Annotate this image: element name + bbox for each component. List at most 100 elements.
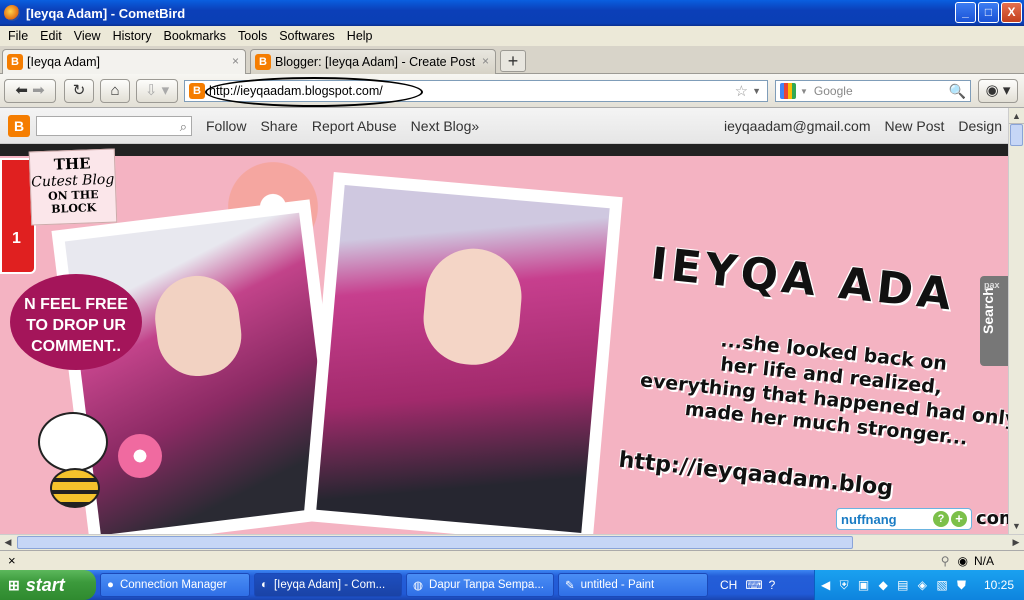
- close-button[interactable]: X: [1001, 2, 1022, 23]
- reload-icon: ↻: [72, 82, 86, 99]
- cometbird-icon: [4, 5, 20, 21]
- search-side-tab[interactable]: pax Search: [980, 276, 1008, 366]
- task-chrome[interactable]: ◍ Dapur Tanpa Sempa...: [406, 573, 554, 597]
- home-button[interactable]: ⌂: [100, 79, 130, 103]
- status-na: N/A: [973, 553, 994, 568]
- tab-close-icon[interactable]: ×: [232, 54, 239, 68]
- task-connection-manager[interactable]: ● Connection Manager: [100, 573, 250, 597]
- start-button[interactable]: ⊞ start: [0, 570, 96, 600]
- user-email[interactable]: ieyqaadam@gmail.com: [724, 118, 871, 134]
- bookmark-star-icon[interactable]: ☆: [735, 82, 748, 100]
- task-paint[interactable]: ✎ untitled - Paint: [558, 573, 708, 597]
- chrome-icon: ◍: [413, 580, 424, 592]
- vertical-scroll-thumb[interactable]: [1010, 124, 1023, 146]
- connection-icon: ●: [107, 579, 114, 591]
- add-icon[interactable]: +: [951, 511, 967, 527]
- comment-bubble[interactable]: N FEEL FREE TO DROP UR COMMENT..: [10, 274, 142, 370]
- help-icon[interactable]: ?: [933, 511, 949, 527]
- menu-bookmarks[interactable]: Bookmarks: [157, 29, 232, 43]
- scroll-up-icon[interactable]: ▲: [1009, 108, 1024, 124]
- engine-dropdown-icon[interactable]: ▼: [800, 87, 808, 96]
- keyboard-icon[interactable]: ⌨: [745, 578, 762, 592]
- follow-link[interactable]: Follow: [206, 118, 246, 134]
- search-placeholder[interactable]: Google: [814, 84, 853, 98]
- photo-frame-center: [303, 172, 623, 534]
- tab-bar: B [Ieyqa Adam] × B Blogger: [Ieyqa Adam]…: [0, 46, 1024, 74]
- horizontal-scrollbar[interactable]: ◀ ▶: [0, 534, 1024, 550]
- new-post-link[interactable]: New Post: [884, 118, 944, 134]
- navigation-toolbar: ⬅ ➡ ↻ ⌂ ⇩ ▾ B http://ieyqaadam.blogspot.…: [0, 74, 1024, 108]
- download-icon: ⇩ ▾: [144, 82, 170, 99]
- report-abuse-link[interactable]: Report Abuse: [312, 118, 397, 134]
- maximize-button[interactable]: □: [978, 2, 999, 23]
- badge-line-3: ON THE BLOCK: [47, 188, 99, 216]
- tab-blogger-create-post[interactable]: B Blogger: [Ieyqa Adam] - Create Post ×: [250, 49, 496, 74]
- blogger-logo[interactable]: B: [8, 114, 30, 137]
- scroll-left-icon[interactable]: ◀: [0, 535, 16, 550]
- nuffnang-label: nuffnang: [841, 511, 897, 527]
- browser-window: [Ieyqa Adam] - CometBird _ □ X File Edit…: [0, 0, 1024, 600]
- reload-button[interactable]: ↻: [64, 79, 94, 103]
- back-icon[interactable]: ⬅: [15, 82, 28, 99]
- task-label: Dapur Tanpa Sempa...: [429, 579, 544, 591]
- cometbird-task-icon: ◐: [261, 579, 268, 591]
- url-highlight-circle: [205, 77, 423, 107]
- window-title: [Ieyqa Adam] - CometBird: [26, 5, 186, 21]
- new-tab-button[interactable]: +: [500, 50, 526, 72]
- blog-header-banner: 1 THE Cutest Blog ON THE BLOCK N FEEL FR…: [0, 144, 1008, 534]
- url-dropdown-icon[interactable]: ▼: [752, 86, 761, 96]
- help-icon[interactable]: ?: [769, 578, 776, 592]
- menu-tools[interactable]: Tools: [232, 29, 273, 43]
- tab-close-icon[interactable]: ×: [482, 54, 489, 68]
- face-left: [150, 271, 246, 381]
- menu-view[interactable]: View: [68, 29, 107, 43]
- menu-edit[interactable]: Edit: [34, 29, 68, 43]
- next-blog-link[interactable]: Next Blog»: [411, 118, 479, 134]
- comment-line-2: TO DROP UR: [26, 317, 126, 334]
- back-forward-button[interactable]: ⬅ ➡: [4, 79, 56, 103]
- menu-softwares[interactable]: Softwares: [273, 29, 341, 43]
- side-tab-number: 1: [12, 230, 21, 247]
- search-box[interactable]: ▼ Google 🔍: [775, 80, 971, 102]
- scroll-down-icon[interactable]: ▼: [1009, 518, 1024, 534]
- blog-url-main: http://ieyqaadam.blog: [617, 447, 895, 502]
- blog-search-input[interactable]: ⌕: [36, 115, 192, 136]
- menu-help[interactable]: Help: [341, 29, 379, 43]
- title-bar[interactable]: [Ieyqa Adam] - CometBird _ □ X: [0, 0, 1024, 26]
- status-bar: × ⚲ ◉ N/A: [0, 550, 1024, 570]
- vertical-scrollbar[interactable]: ▲ ▼: [1008, 108, 1024, 534]
- blog-url-text: http://ieyqaadam.blog: [617, 448, 894, 502]
- clock[interactable]: 10:25: [984, 578, 1014, 592]
- forward-icon[interactable]: ➡: [32, 82, 45, 99]
- search-icon[interactable]: ⌕: [180, 119, 187, 135]
- share-link[interactable]: Share: [260, 118, 297, 134]
- addon-button[interactable]: ◉ ▾: [978, 79, 1018, 103]
- status-close-icon[interactable]: ×: [8, 553, 16, 568]
- scroll-right-icon[interactable]: ▶: [1008, 535, 1024, 550]
- language-indicator[interactable]: CH: [720, 578, 737, 592]
- cutest-blog-badge[interactable]: THE Cutest Blog ON THE BLOCK: [28, 148, 118, 226]
- photo-center: [316, 185, 610, 533]
- horizontal-scroll-thumb[interactable]: [17, 536, 853, 549]
- nuffnang-widget[interactable]: nuffnang ? +: [836, 508, 972, 530]
- face-center: [419, 244, 526, 369]
- minimize-button[interactable]: _: [955, 2, 976, 23]
- system-tray: ◀ ⛨ ▣ ◆ ▤ ◈ ▧ ⛊ 10:25: [814, 570, 1024, 600]
- task-cometbird[interactable]: ◐ [Ieyqa Adam] - Com...: [254, 573, 402, 597]
- task-label: [Ieyqa Adam] - Com...: [273, 579, 386, 591]
- tray-icons[interactable]: ◀ ⛨ ▣ ◆ ▤ ◈ ▧ ⛊: [821, 578, 969, 593]
- badge-line-2: Cutest Blog: [31, 171, 115, 191]
- tab-ieyqa-adam[interactable]: B [Ieyqa Adam] ×: [2, 49, 246, 74]
- site-favicon: B: [189, 83, 205, 99]
- menu-history[interactable]: History: [107, 29, 158, 43]
- design-link[interactable]: Design: [958, 118, 1002, 134]
- tab-label: Blogger: [Ieyqa Adam] - Create Post: [275, 55, 476, 69]
- menu-bar: File Edit View History Bookmarks Tools S…: [0, 26, 1024, 46]
- bee-cartoon: [20, 388, 120, 508]
- menu-file[interactable]: File: [2, 29, 34, 43]
- search-icon[interactable]: 🔍: [949, 83, 966, 100]
- google-icon: [780, 83, 796, 99]
- addon-status-icon[interactable]: ◉: [958, 554, 968, 568]
- task-label: untitled - Paint: [580, 579, 655, 591]
- download-button[interactable]: ⇩ ▾: [136, 79, 178, 103]
